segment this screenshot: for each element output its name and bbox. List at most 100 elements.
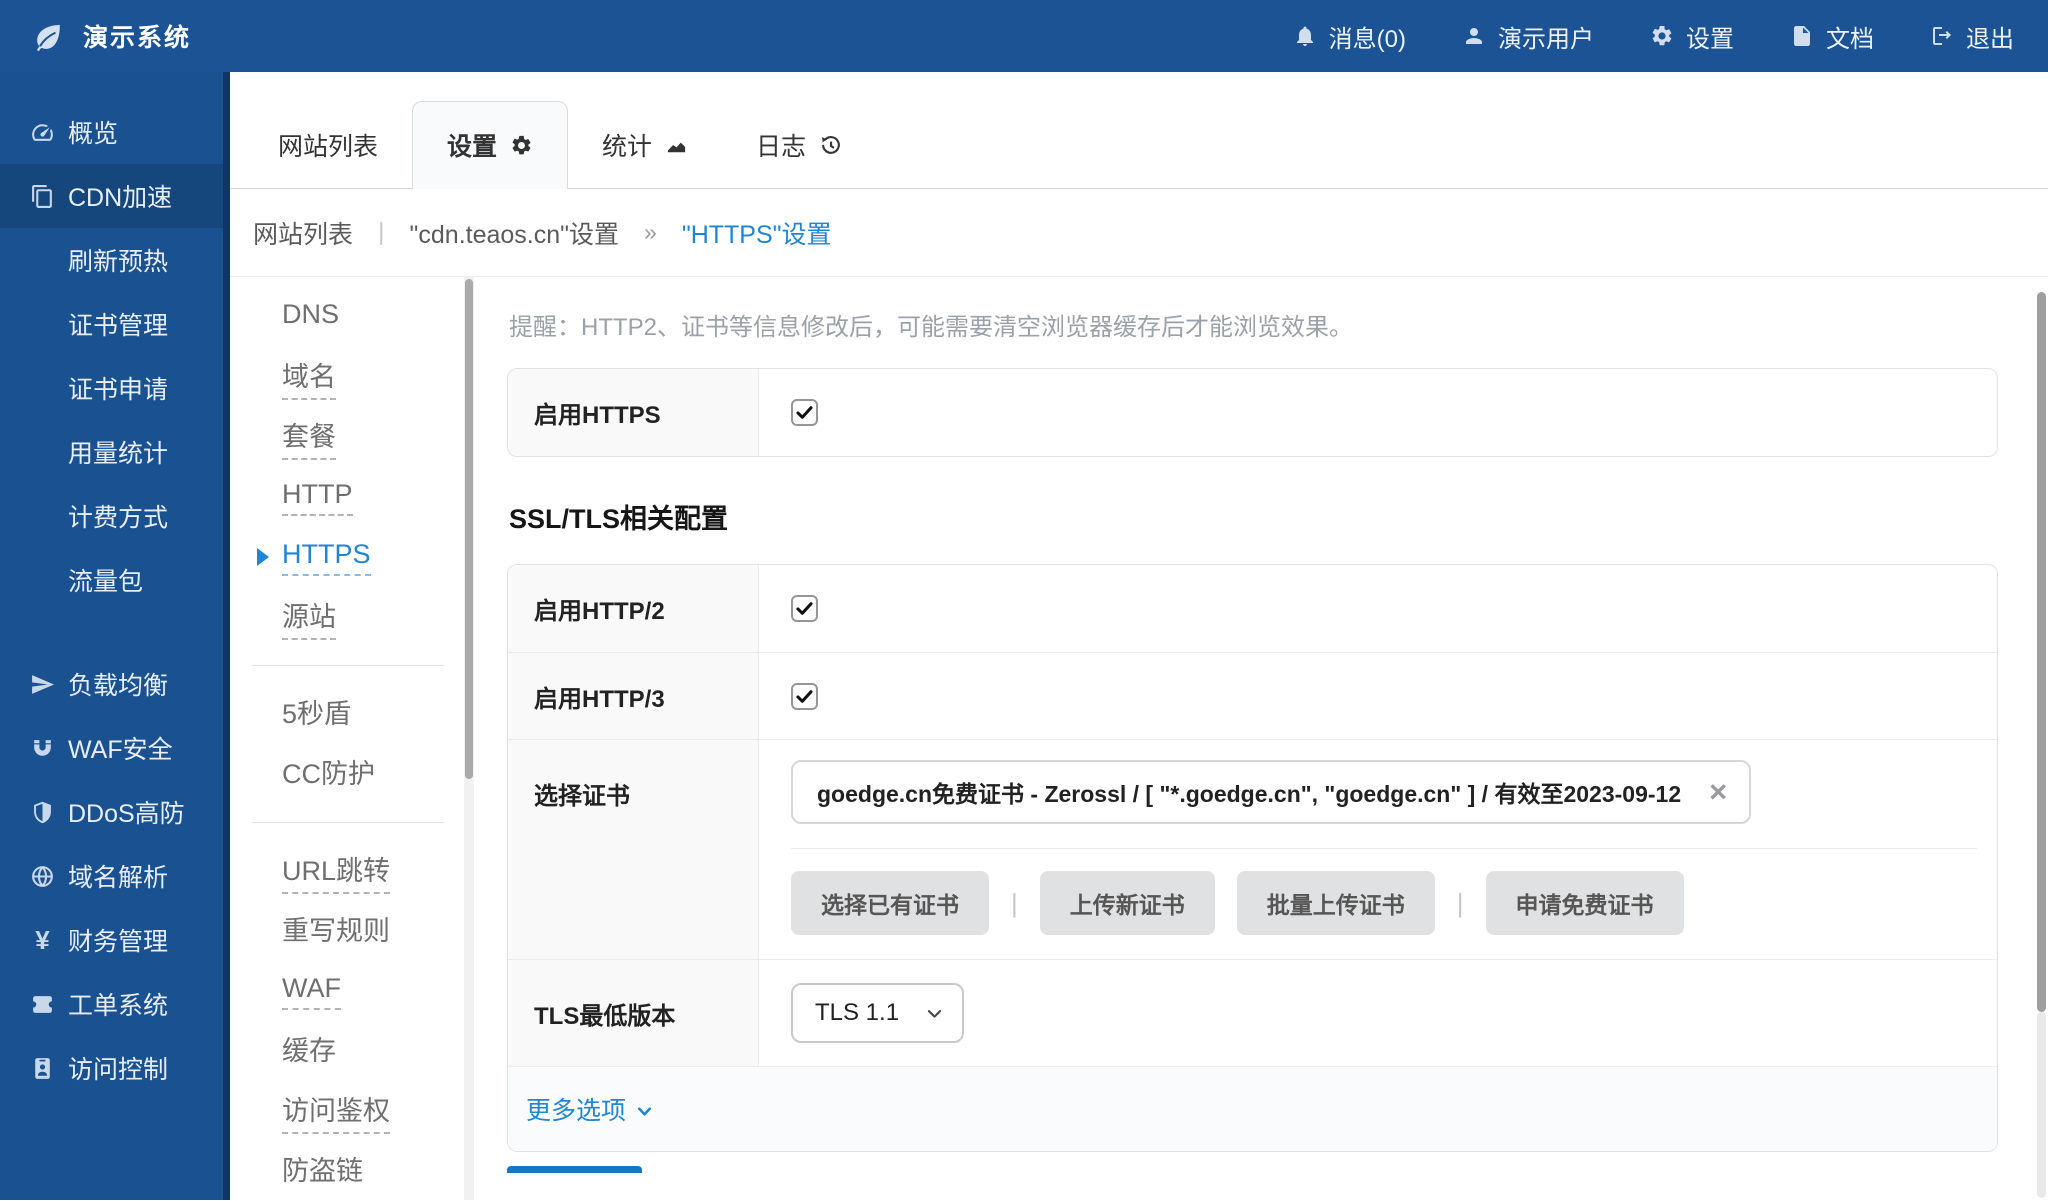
enable-http2-checkbox[interactable] <box>791 595 818 622</box>
tab-website-list[interactable]: 网站列表 <box>244 102 412 188</box>
enable-https-checkbox[interactable] <box>791 399 818 426</box>
subnav-item-5s-shield[interactable]: 5秒盾 <box>230 684 464 744</box>
history-icon <box>819 134 842 157</box>
topbar-item-label: 退出 <box>1966 19 2014 54</box>
page-scrollbar-thumb[interactable] <box>2037 292 2046 1012</box>
https-settings-panel: 提醒：HTTP2、证书等信息修改后，可能需要清空浏览器缓存后才能浏览效果。 启用… <box>474 277 2048 1200</box>
tab-label: 统计 <box>602 127 652 163</box>
certificate-tag-text: goedge.cn免费证书 - Zerossl / [ "*.goedge.cn… <box>817 775 1681 809</box>
dashboard-icon <box>30 120 55 145</box>
page-scrollbar-track[interactable] <box>2037 1012 2046 1198</box>
topbar-item-docs[interactable]: 文档 <box>1790 19 1874 54</box>
tls-min-version-select[interactable]: TLS 1.1 <box>791 983 964 1043</box>
topbar-item-label: 文档 <box>1826 19 1874 54</box>
table-row-select-cert: 选择证书 goedge.cn免费证书 - Zerossl / [ "*.goed… <box>508 739 1997 959</box>
subnav-item-plan[interactable]: 套餐 <box>230 407 464 467</box>
tab-settings[interactable]: 设置 <box>412 101 568 189</box>
sidebar-subitem-traffic-package[interactable]: 流量包 <box>0 548 230 612</box>
subnav-scrollbar-thumb[interactable] <box>465 279 473 779</box>
sidebar-item-tickets[interactable]: 工单系统 <box>0 972 230 1036</box>
subnav-item-rewrite-rules[interactable]: 重写规则 <box>230 901 464 961</box>
breadcrumb-https-settings[interactable]: "HTTPS"设置 <box>682 215 832 251</box>
enable-http3-checkbox[interactable] <box>791 683 818 710</box>
tab-label: 网站列表 <box>278 127 378 163</box>
sidebar-subitem-billing-method[interactable]: 计费方式 <box>0 484 230 548</box>
magnet-icon <box>30 736 55 761</box>
check-icon <box>794 598 815 619</box>
sidebar-item-access-control[interactable]: 访问控制 <box>0 1036 230 1100</box>
sidebar-item-label: 工单系统 <box>68 986 168 1022</box>
subnav-divider <box>252 665 444 666</box>
sidebar-item-waf[interactable]: WAF安全 <box>0 716 230 780</box>
subnav-item-http[interactable]: HTTP <box>230 467 464 527</box>
yuan-icon: ¥ <box>30 925 55 956</box>
table-row-enable-https: 启用HTTPS <box>508 369 1997 456</box>
breadcrumb-site-settings[interactable]: "cdn.teaos.cn"设置 <box>410 215 620 251</box>
gear-icon <box>1650 24 1674 48</box>
certificate-tag: goedge.cn免费证书 - Zerossl / [ "*.goedge.cn… <box>791 760 1751 824</box>
tab-statistics[interactable]: 统计 <box>568 102 722 188</box>
batch-upload-cert-button[interactable]: 批量上传证书 <box>1237 871 1435 935</box>
ticket-icon <box>30 992 55 1017</box>
sidebar-item-label: DDoS高防 <box>68 794 185 830</box>
topbar-item-messages[interactable]: 消息(0) <box>1293 19 1406 54</box>
topbar-item-settings[interactable]: 设置 <box>1650 19 1734 54</box>
user-icon <box>1462 24 1486 48</box>
sidebar-item-load-balancer[interactable]: 负载均衡 <box>0 652 230 716</box>
subnav-item-origin[interactable]: 源站 <box>230 587 464 647</box>
subnav-item-url-redirect[interactable]: URL跳转 <box>230 841 464 901</box>
subnav-item-waf[interactable]: WAF <box>230 961 464 1021</box>
app-brand[interactable]: 演示系统 <box>32 18 191 54</box>
breadcrumb-separator: » <box>644 219 657 246</box>
sidebar-item-label: 访问控制 <box>68 1050 168 1086</box>
subnav-item-dns[interactable]: DNS <box>230 287 464 347</box>
breadcrumb-website-list[interactable]: 网站列表 <box>253 215 353 251</box>
gear-icon <box>510 134 533 157</box>
tls-min-version-value: TLS 1.1 <box>815 999 899 1027</box>
sidebar-item-overview[interactable]: 概览 <box>0 100 230 164</box>
check-icon <box>794 402 815 423</box>
save-button-partial[interactable] <box>507 1166 642 1173</box>
breadcrumb-separator: | <box>378 218 385 247</box>
settings-subnav: DNS 域名 套餐 HTTP HTTPS 源站 5秒盾 CC防护 URL跳转 重… <box>230 277 464 1200</box>
more-options-label: 更多选项 <box>526 1091 626 1127</box>
topbar-item-label: 消息(0) <box>1329 19 1406 54</box>
sidebar-subitem-cert-apply[interactable]: 证书申请 <box>0 356 230 420</box>
sidebar-subitem-usage-stats[interactable]: 用量统计 <box>0 420 230 484</box>
topbar: 演示系统 消息(0) 演示用户 设置 文档 退出 <box>0 0 2048 72</box>
table-row-http2: 启用HTTP/2 <box>508 565 1997 652</box>
tab-logs[interactable]: 日志 <box>722 102 876 188</box>
sidebar-item-label: WAF安全 <box>68 730 173 766</box>
topbar-item-user[interactable]: 演示用户 <box>1462 19 1594 54</box>
subnav-item-https[interactable]: HTTPS <box>230 527 464 587</box>
more-options-link[interactable]: 更多选项 <box>526 1091 653 1127</box>
subnav-item-cache[interactable]: 缓存 <box>230 1021 464 1081</box>
table-footer: 更多选项 <box>508 1066 1997 1151</box>
chart-area-icon <box>665 134 688 157</box>
tab-bar: 网站列表 设置 统计 日志 <box>230 72 2048 189</box>
chevron-down-icon <box>636 1103 653 1120</box>
subnav-item-domain[interactable]: 域名 <box>230 347 464 407</box>
subnav-item-auth[interactable]: 访问鉴权 <box>230 1081 464 1141</box>
sidebar-item-dns[interactable]: 域名解析 <box>0 844 230 908</box>
select-existing-cert-button[interactable]: 选择已有证书 <box>791 871 989 935</box>
button-separator: | <box>1011 888 1018 919</box>
upload-new-cert-button[interactable]: 上传新证书 <box>1040 871 1215 935</box>
sidebar-item-cdn[interactable]: CDN加速 <box>0 164 230 228</box>
subnav-item-cc-protect[interactable]: CC防护 <box>230 744 464 804</box>
sidebar-subitem-refresh[interactable]: 刷新预热 <box>0 228 230 292</box>
notice-text: 提醒：HTTP2、证书等信息修改后，可能需要清空浏览器缓存后才能浏览效果。 <box>509 307 1998 342</box>
table-row-tls-version: TLS最低版本 TLS 1.1 <box>508 959 1997 1066</box>
sidebar-item-ddos[interactable]: DDoS高防 <box>0 780 230 844</box>
apply-free-cert-button[interactable]: 申请免费证书 <box>1486 871 1684 935</box>
topbar-item-label: 演示用户 <box>1498 19 1594 54</box>
ssl-config-table: 启用HTTP/2 启用HTTP/3 <box>507 564 1998 1152</box>
sidebar-item-finance[interactable]: ¥ 财务管理 <box>0 908 230 972</box>
subnav-item-hotlink[interactable]: 防盗链 <box>230 1141 464 1201</box>
row-label: TLS最低版本 <box>508 960 759 1066</box>
remove-certificate-icon[interactable]: × <box>1709 779 1727 805</box>
sidebar-subitem-cert-manage[interactable]: 证书管理 <box>0 292 230 356</box>
subnav-scrollbar[interactable] <box>464 277 474 1200</box>
paper-plane-icon <box>30 672 55 697</box>
topbar-item-logout[interactable]: 退出 <box>1930 19 2014 54</box>
